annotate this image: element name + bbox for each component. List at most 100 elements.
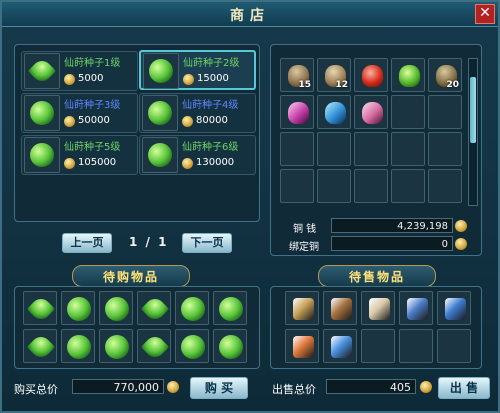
buy-button[interactable]: 购 买 [190,377,248,399]
shop-item[interactable]: 仙莳种子6级 130000 [139,135,256,175]
to-buy-slot[interactable] [137,291,171,325]
stack-count: 20 [446,80,459,90]
copper-label: 铜 钱 [293,224,317,235]
scroll-icon [362,102,383,124]
item-price: 80000 [196,115,228,126]
shop-item-selected[interactable]: 仙莳种子2级 15000 [139,50,256,90]
bag-slot[interactable]: 15 [280,58,314,92]
to-sell-slot[interactable] [399,329,433,363]
orb-icon [331,336,352,358]
to-buy-slot[interactable] [137,329,171,363]
red-potion-icon [362,65,383,87]
bag-slot[interactable] [354,169,388,203]
sell-total-label: 出售总价 [272,383,316,396]
to-buy-slot[interactable] [99,329,133,363]
bag-slot[interactable]: 12 [317,58,351,92]
bound-copper-label: 绑定铜 [289,242,319,253]
to-buy-slot[interactable] [23,329,57,363]
item-name: 仙莳种子3级 [64,100,121,111]
coin-icon [64,74,75,85]
bag-slot[interactable] [391,169,425,203]
item-price: 130000 [196,157,235,168]
bag-slot[interactable] [391,58,425,92]
to-buy-slot[interactable] [99,291,133,325]
item-slot [24,53,60,89]
bag-slot[interactable] [317,95,351,129]
shop-item[interactable]: 仙莳种子4级 80000 [139,93,256,133]
gauntlet-icon [331,298,352,320]
to-sell-slot[interactable] [437,291,471,325]
seed-icon [140,332,170,362]
shop-item[interactable]: 仙莳种子1级 5000 [21,51,138,91]
next-page-button[interactable]: 下一页 [182,233,232,253]
to-sell-slot[interactable] [285,329,319,363]
sell-button[interactable]: 出 售 [438,377,490,399]
bag-slot[interactable] [391,132,425,166]
seed-icon [67,335,91,359]
to-sell-slot[interactable] [437,329,471,363]
bag-slot[interactable] [354,95,388,129]
to-sell-panel [270,286,482,369]
seed-icon [30,143,54,167]
seed-icon [219,297,243,321]
seed-icon [181,335,205,359]
item-slot [142,95,178,131]
to-buy-slot[interactable] [213,291,247,325]
bag-scrollbar[interactable] [468,58,478,206]
to-sell-slot[interactable] [285,291,319,325]
bag-slot[interactable] [428,132,462,166]
boots-icon [369,298,390,320]
scroll-thumb[interactable] [470,77,476,143]
to-sell-slot[interactable] [399,291,433,325]
to-sell-slot[interactable] [361,291,395,325]
coin-icon [183,74,194,85]
sell-coin-icon [420,381,432,393]
to-buy-slot[interactable] [175,291,209,325]
to-buy-slot[interactable] [175,329,209,363]
seed-icon [105,297,129,321]
prev-page-button[interactable]: 上一页 [62,233,112,253]
bag-slot[interactable] [317,132,351,166]
blade-icon [325,102,346,124]
coin-icon [64,158,75,169]
to-sell-slot[interactable] [361,329,395,363]
window-title: 商店 [230,8,270,24]
bag-slot[interactable]: 20 [428,58,462,92]
glove-icon [445,298,466,320]
bag-slot[interactable] [280,95,314,129]
seed-icon [140,294,170,324]
bag-slot[interactable] [280,169,314,203]
bound-coin-icon [455,238,467,250]
to-sell-slot[interactable] [323,329,357,363]
item-slot [142,137,178,173]
seed-icon [148,101,172,125]
to-buy-slot[interactable] [61,291,95,325]
bag-slot[interactable] [354,58,388,92]
bag-slot[interactable] [428,169,462,203]
bag-slot[interactable] [354,132,388,166]
seed-icon [219,335,243,359]
seed-icon [26,294,56,324]
to-sell-slot[interactable] [323,291,357,325]
title-bar: 商店 ✕ [2,2,498,27]
seed-icon [27,56,57,86]
shop-item[interactable]: 仙莳种子5级 105000 [21,135,138,175]
stack-count: 15 [298,80,311,90]
buy-coin-icon [167,381,179,393]
armor-icon [293,298,314,320]
shop-item[interactable]: 仙莳种子3级 50000 [21,93,138,133]
bag-slot[interactable] [317,169,351,203]
close-button[interactable]: ✕ [475,4,495,24]
shop-window: 商店 ✕ 仙莳种子1级 5000 仙莳种子2级 15000 仙莳种子3级 500… [0,0,500,413]
bag-slot[interactable] [428,95,462,129]
to-buy-slot[interactable] [61,329,95,363]
coin-icon [455,220,467,232]
to-buy-slot[interactable] [213,329,247,363]
bag-slot[interactable] [391,95,425,129]
bag-panel: 15 12 20 铜 钱 4,239,198 绑定铜 0 [270,44,482,256]
copper-value: 4,239,198 [331,218,453,233]
to-buy-slot[interactable] [23,291,57,325]
bag-slot[interactable] [280,132,314,166]
to-sell-header: 待售物品 [318,265,436,287]
seed-icon [67,297,91,321]
